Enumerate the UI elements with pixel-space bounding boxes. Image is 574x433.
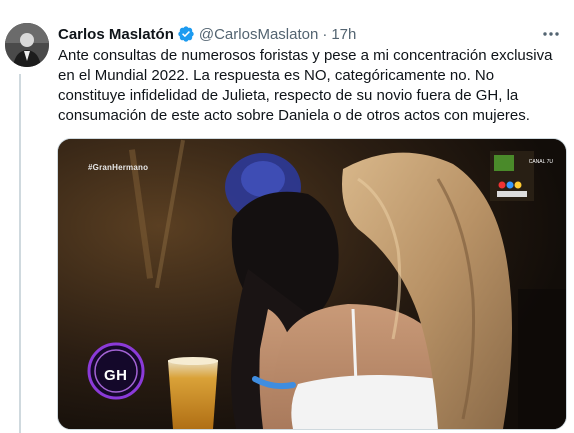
tweet-header: Carlos Maslatón @CarlosMaslaton · 17h	[58, 24, 356, 44]
tweet[interactable]: Carlos Maslatón @CarlosMaslaton · 17h An…	[0, 0, 574, 433]
more-options-icon[interactable]	[540, 24, 562, 44]
media-frame	[58, 139, 566, 429]
tweet-media[interactable]: #GranHermano CANAL 7U GH	[57, 138, 567, 430]
tweet-timestamp[interactable]: 17h	[331, 26, 356, 43]
avatar[interactable]	[5, 23, 49, 67]
header-separator: ·	[322, 25, 328, 43]
author-name[interactable]: Carlos Maslatón	[58, 26, 174, 43]
tweet-text: Ante consultas de numerosos foristas y p…	[58, 47, 553, 124]
channel-logo: CANAL 7U	[528, 159, 553, 165]
thread-line	[19, 74, 21, 433]
gh-logo: GH	[104, 367, 128, 384]
verified-badge-icon	[177, 25, 195, 43]
avatar-image	[5, 23, 49, 67]
media-hashtag-overlay: #GranHermano	[88, 163, 149, 172]
author-handle[interactable]: @CarlosMaslaton	[199, 26, 318, 43]
